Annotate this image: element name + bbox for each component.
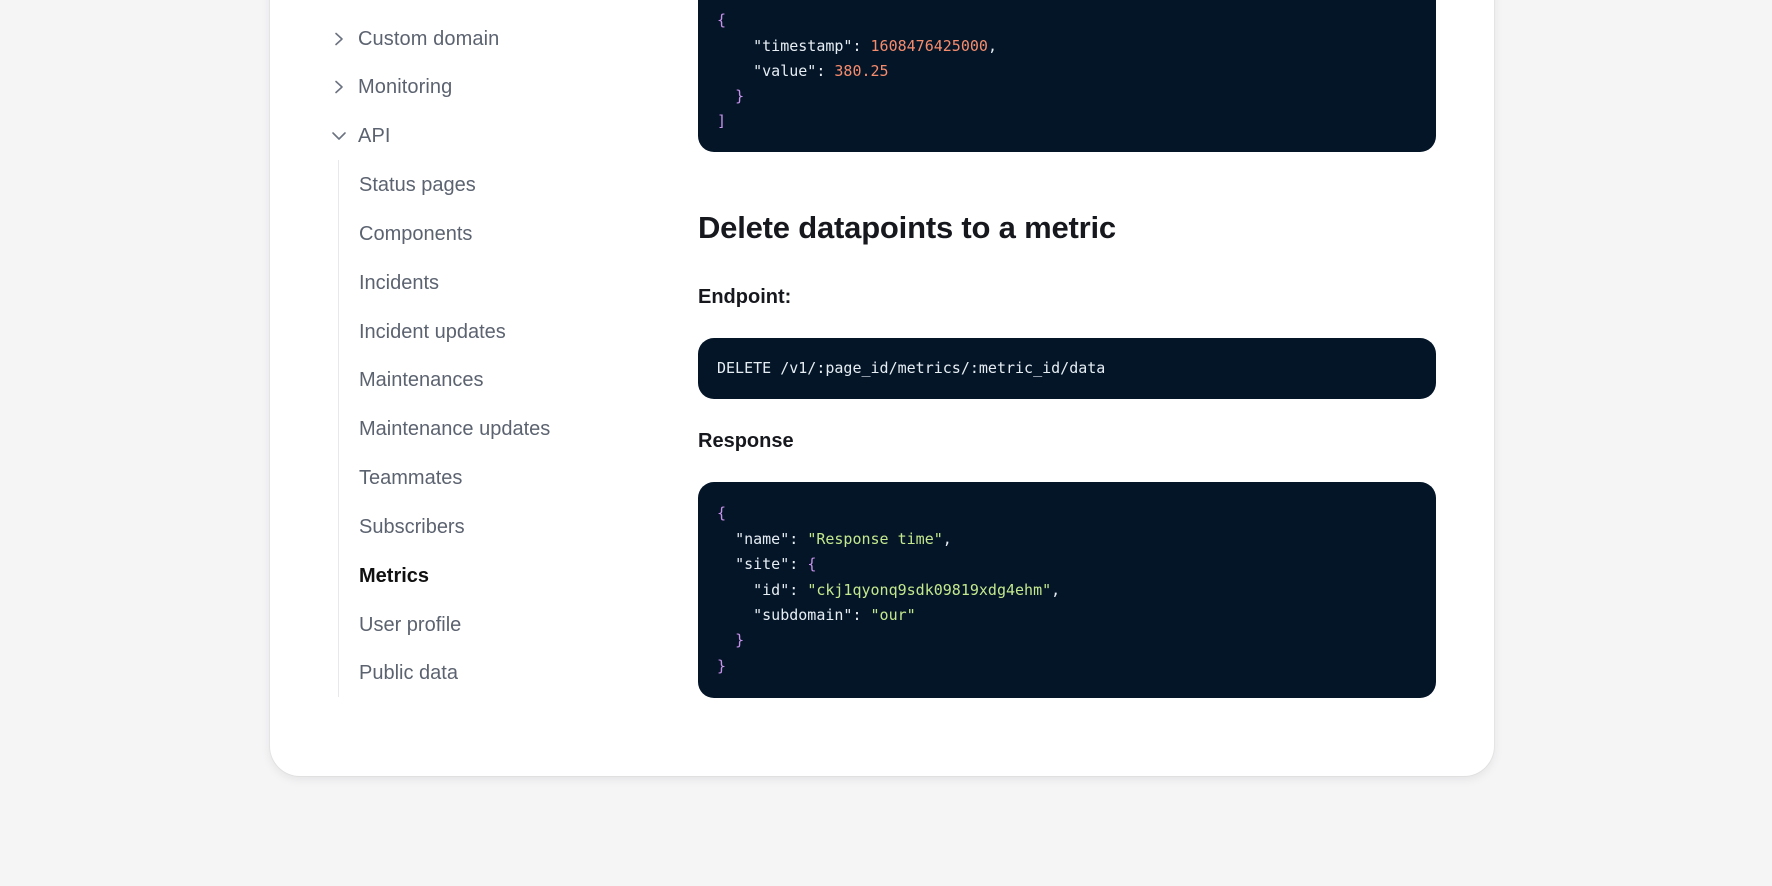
chevron-down-icon (330, 127, 348, 145)
sidebar-item-monitoring[interactable]: Monitoring (330, 72, 452, 102)
sidebar-item-incident-updates[interactable]: Incident updates (359, 317, 506, 347)
sidebar-item-custom-domain[interactable]: Custom domain (330, 24, 499, 54)
sidebar-item-maintenance-updates[interactable]: Maintenance updates (359, 414, 550, 444)
sidebar-item-metrics[interactable]: Metrics (359, 561, 429, 591)
submenu-divider (338, 160, 339, 697)
code-key: "value" (753, 62, 817, 80)
chevron-right-icon (330, 30, 348, 48)
sidebar-item-maintenances[interactable]: Maintenances (359, 365, 484, 395)
code-string: "our" (870, 606, 916, 624)
sidebar-item-status-pages[interactable]: Status pages (359, 170, 476, 200)
code-line: { (717, 9, 726, 31)
code-line: "id": "ckj1qyonq9sdk09819xdg4ehm", (753, 581, 1061, 599)
sidebar-item-label: Monitoring (358, 75, 453, 98)
code-punctuation: ] (717, 112, 727, 130)
response-code-block: { "name": "Response time", "site": { "id… (698, 482, 1436, 698)
previous-response-code-block: { "timestamp": 1608476425000, "value": 3… (698, 0, 1436, 152)
sidebar-item-teammates[interactable]: Teammates (359, 463, 462, 493)
code-line: } (717, 85, 744, 107)
code-line: "value": 380.25 (753, 62, 889, 80)
endpoint-label: Endpoint: (698, 286, 792, 308)
code-punctuation: { (717, 11, 727, 29)
code-line: } (717, 655, 726, 677)
sidebar-item-api[interactable]: API (330, 121, 391, 151)
code-punctuation: } (735, 87, 745, 105)
code-number: 380.25 (834, 62, 889, 80)
code-key: "subdomain" (753, 606, 853, 624)
section-title: Delete datapoints to a metric (698, 210, 1116, 245)
code-line: { (717, 502, 726, 524)
code-line: } (717, 629, 744, 651)
code-line: "site": { (735, 555, 817, 573)
code-line: "timestamp": 1608476425000, (753, 37, 997, 55)
endpoint-code: DELETE /v1/:page_id/metrics/:metric_id/d… (717, 359, 1106, 377)
code-string: "Response time" (807, 530, 943, 548)
code-line: ] (717, 110, 726, 132)
sidebar-item-components[interactable]: Components (359, 219, 472, 249)
response-label: Response (698, 430, 794, 452)
code-key: "name" (735, 530, 790, 548)
code-punctuation: { (807, 555, 817, 573)
code-string: "ckj1qyonq9sdk09819xdg4ehm" (807, 581, 1052, 599)
sidebar-item-subscribers[interactable]: Subscribers (359, 512, 465, 542)
code-line: "name": "Response time", (735, 530, 952, 548)
code-line: "subdomain": "our" (753, 606, 916, 624)
code-key: "timestamp" (753, 37, 853, 55)
code-punctuation: { (717, 504, 727, 522)
sidebar-item-label: API (358, 124, 391, 147)
code-punctuation: } (717, 657, 727, 675)
sidebar-item-public-data[interactable]: Public data (359, 658, 458, 688)
sidebar-item-incidents[interactable]: Incidents (359, 268, 439, 298)
code-number: 1608476425000 (870, 37, 988, 55)
sidebar-item-user-profile[interactable]: User profile (359, 610, 461, 640)
chevron-right-icon (330, 78, 348, 96)
endpoint-code-block: DELETE /v1/:page_id/metrics/:metric_id/d… (698, 338, 1436, 399)
sidebar-item-label: Custom domain (358, 27, 500, 50)
code-key: "id" (753, 581, 790, 599)
code-key: "site" (735, 555, 790, 573)
code-punctuation: } (735, 631, 745, 649)
